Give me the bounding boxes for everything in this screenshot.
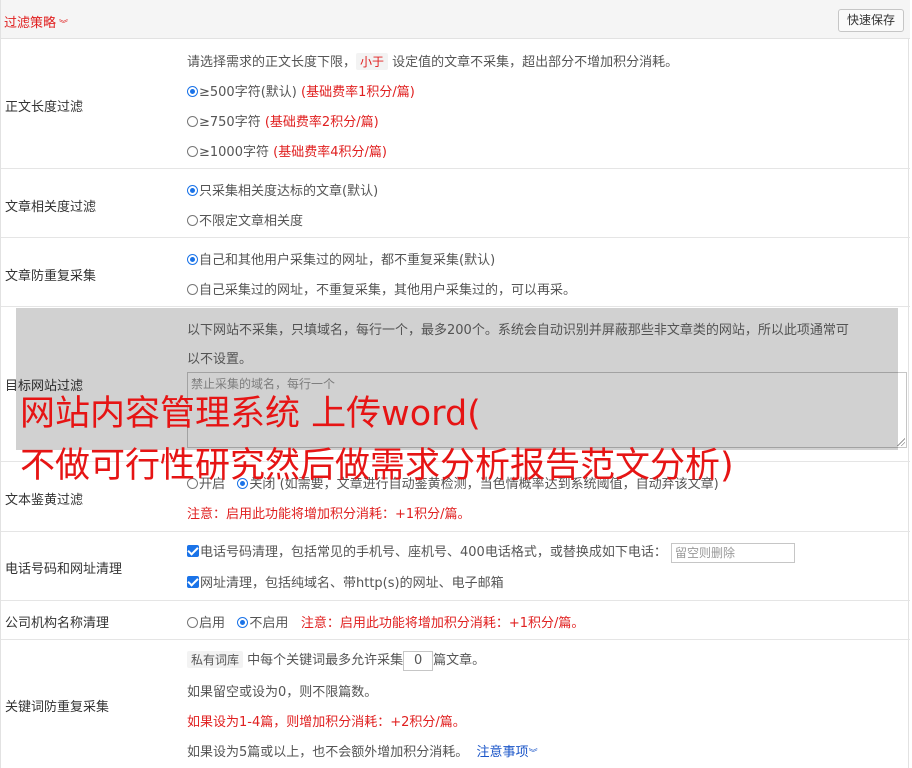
- keyword-hint-cost: 如果设为1-4篇，则增加积分消耗：+2积分/篇。: [187, 715, 466, 730]
- row-phone-url: 电话号码和网址清理 电话号码清理，包括常见的手机号、座机号、400电话格式，或替…: [1, 532, 910, 601]
- dedupe-option-all[interactable]: 自己和其他用户采集过的网址，都不重复采集(默认): [187, 249, 495, 268]
- keyword-count-input[interactable]: 0: [403, 650, 434, 671]
- quick-save-button[interactable]: 快速保存: [837, 9, 904, 32]
- company-option-on[interactable]: 启用: [187, 616, 225, 631]
- porn-filter-note: 注意：启用此功能将增加积分消耗：+1积分/篇。: [187, 507, 471, 522]
- radio-unselected[interactable]: [187, 284, 198, 295]
- row-label: 公司机构名称清理: [5, 616, 110, 631]
- relevance-option-qualified[interactable]: 只采集相关度达标的文章(默认): [187, 180, 378, 199]
- phone-cleanup-option[interactable]: 电话号码清理，包括常见的手机号、座机号、400电话格式，或替换成如下电话： 留空…: [187, 541, 795, 563]
- watermark-line-2: 不做可行性研究然后做需求分析报告范文分析): [20, 446, 734, 486]
- url-cleanup-option[interactable]: 网址清理，包括纯域名、带http(s)的网址、电子邮箱: [187, 572, 504, 591]
- panel-title[interactable]: 过滤策略 ︾: [4, 12, 68, 31]
- watermark-title: 网站内容管理系统 上传word( 不做可行性研究然后做需求分析报告范文分析): [20, 388, 910, 492]
- keyword-limit: 私有词库 中每个关键词最多允许采集 0 篇文章。: [187, 649, 485, 671]
- company-options: 启用 不启用 注意：启用此功能将增加积分消耗：+1积分/篇。: [187, 612, 584, 631]
- row-dedupe: 文章防重复采集 自己和其他用户采集过的网址，都不重复采集(默认) 自己采集过的网…: [1, 238, 910, 307]
- radio-selected[interactable]: [237, 617, 249, 628]
- relevance-option-unlimited[interactable]: 不限定文章相关度: [187, 210, 303, 229]
- replacement-phone-input[interactable]: 留空则删除: [670, 542, 795, 563]
- less-than-tag: 小于: [356, 53, 389, 70]
- keyword-hint-unlimited: 如果留空或设为0，则不限篇数。: [187, 685, 378, 700]
- row-relevance-filter: 文章相关度过滤 只采集相关度达标的文章(默认) 不限定文章相关度: [1, 169, 910, 238]
- length-option-1000[interactable]: ≥1000字符 (基础费率4积分/篇): [187, 141, 387, 160]
- watermark-line-1: 网站内容管理系统 上传word(: [20, 394, 481, 434]
- panel-header: 过滤策略 ︾ 快速保存: [1, 0, 910, 39]
- row-label: 文章相关度过滤: [5, 200, 97, 215]
- row-label: 正文长度过滤: [5, 100, 84, 115]
- radio-unselected[interactable]: [187, 146, 198, 157]
- private-lexicon-tag[interactable]: 私有词库: [187, 651, 244, 668]
- row-length-filter: 正文长度过滤 请选择需求的正文长度下限， 小于 设定值的文章不采集，超出部分不增加…: [1, 39, 910, 169]
- row-company: 公司机构名称清理 启用 不启用 注意：启用此功能将增加积分消耗：+1积分/篇。: [1, 601, 910, 640]
- radio-selected[interactable]: [187, 185, 198, 196]
- row-label: 关键词防重复采集: [5, 700, 110, 715]
- row-label: 电话号码和网址清理: [5, 562, 123, 577]
- company-option-off[interactable]: 不启用: [237, 616, 288, 631]
- radio-unselected[interactable]: [187, 116, 198, 127]
- notes-link[interactable]: 注意事项︾: [477, 745, 538, 760]
- radio-unselected[interactable]: [187, 215, 198, 226]
- dedupe-option-self[interactable]: 自己采集过的网址，不重复采集，其他用户采集过的，可以再采。: [187, 279, 576, 298]
- length-option-500[interactable]: ≥500字符(默认) (基础费率1积分/篇): [187, 81, 415, 100]
- radio-selected[interactable]: [187, 86, 198, 97]
- length-option-750[interactable]: ≥750字符 (基础费率2积分/篇): [187, 111, 379, 130]
- length-filter-description: 请选择需求的正文长度下限， 小于 设定值的文章不采集，超出部分不增加积分消耗。: [187, 53, 679, 70]
- checkbox-checked[interactable]: [187, 545, 199, 557]
- radio-unselected[interactable]: [187, 617, 198, 628]
- company-note: 注意：启用此功能将增加积分消耗：+1积分/篇。: [300, 616, 585, 631]
- chevron-down-icon: ︾: [59, 20, 69, 30]
- checkbox-checked[interactable]: [187, 576, 199, 588]
- keyword-hint-free: 如果设为5篇或以上，也不会额外增加积分消耗。 注意事项︾: [187, 745, 538, 760]
- radio-selected[interactable]: [187, 254, 198, 265]
- row-keyword: 关键词防重复采集 私有词库 中每个关键词最多允许采集 0 篇文章。 如果留空或设为0…: [1, 640, 910, 768]
- row-label: 文章防重复采集: [5, 269, 97, 284]
- chevron-down-icon: ︾: [528, 749, 538, 759]
